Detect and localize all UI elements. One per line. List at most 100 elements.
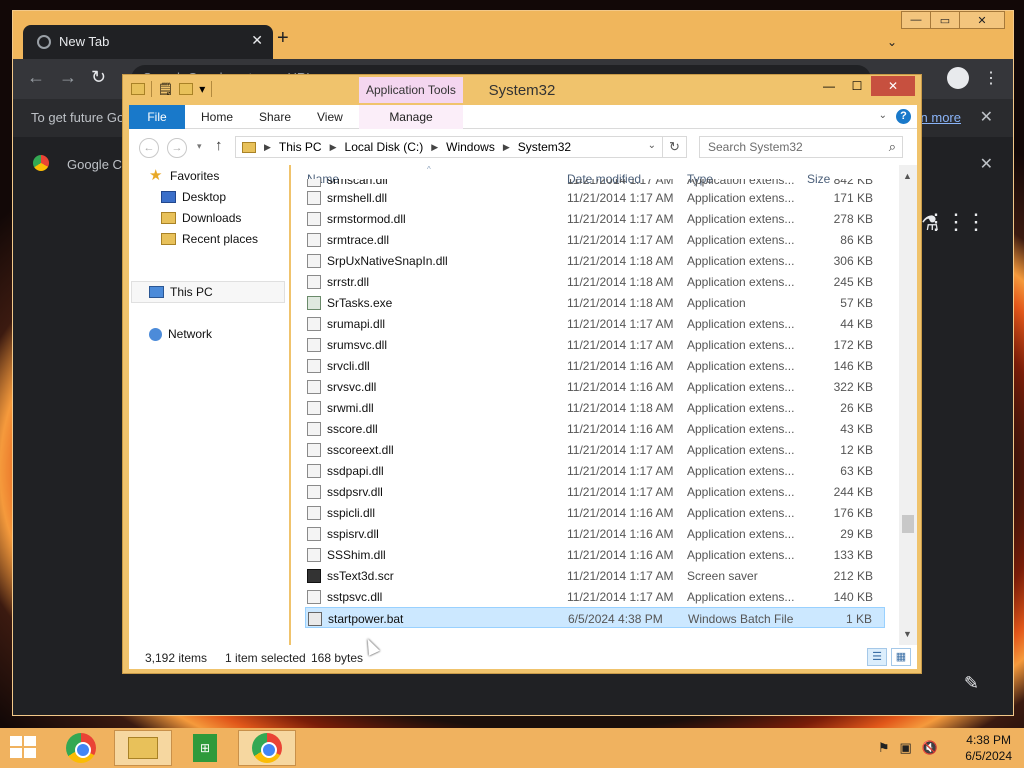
bat-file-icon: [308, 612, 322, 626]
tab-view[interactable]: View: [305, 105, 355, 129]
nav-item-desktop[interactable]: Desktop: [161, 190, 226, 204]
taskbar-chrome-window[interactable]: [238, 730, 296, 766]
table-row[interactable]: srumsvc.dll 11/21/2014 1:17 AM Application…: [305, 334, 885, 355]
table-row[interactable]: SrpUxNativeSnapIn.dll 11/21/2014 1:18 AM A…: [305, 250, 885, 271]
table-row[interactable]: srrstr.dll 11/21/2014 1:18 AM Application …: [305, 271, 885, 292]
close-window-icon[interactable]: ✕: [871, 76, 915, 96]
status-bar: 3,192 items 1 item selected 168 bytes ☰ …: [129, 645, 917, 669]
refresh-icon[interactable]: ↻: [663, 136, 687, 158]
action-center-flag-icon[interactable]: ⚑: [878, 740, 890, 756]
tab-home[interactable]: Home: [189, 105, 245, 129]
table-row[interactable]: ssText3d.scr 11/21/2014 1:17 AM Screen sav…: [305, 565, 885, 586]
google-apps-icon[interactable]: ⋮⋮⋮: [925, 209, 987, 235]
file-type: Application extens...: [687, 359, 795, 373]
breadcrumb-local-disk[interactable]: Local Disk (C:): [345, 140, 424, 154]
breadcrumb-system32[interactable]: System32: [518, 140, 571, 154]
profile-avatar-icon[interactable]: [947, 67, 969, 89]
breadcrumb-this-pc[interactable]: This PC: [279, 140, 322, 154]
details-view-icon[interactable]: ☰: [867, 648, 887, 666]
new-tab-plus-icon[interactable]: +: [277, 27, 289, 50]
tab-manage[interactable]: Manage: [359, 105, 463, 129]
scroll-up-icon[interactable]: ▲: [903, 171, 912, 181]
table-row[interactable]: sspisrv.dll 11/21/2014 1:16 AM Application…: [305, 523, 885, 544]
address-bar[interactable]: ▶ This PC ▶ Local Disk (C:) ▶ Windows ▶ …: [235, 136, 663, 158]
dll-file-icon: [307, 548, 321, 562]
file-date: 11/21/2014 1:16 AM: [567, 380, 674, 394]
customize-pencil-icon[interactable]: ✎: [964, 673, 979, 694]
file-date: 11/21/2014 1:18 AM: [567, 401, 674, 415]
taskbar-file-explorer[interactable]: [114, 730, 172, 766]
nav-item-recent-places[interactable]: Recent places: [161, 232, 258, 246]
table-row[interactable]: ssdpapi.dll 11/21/2014 1:17 AM Application…: [305, 460, 885, 481]
file-size: 212 KB: [833, 569, 873, 583]
back-arrow-icon[interactable]: ←: [27, 67, 45, 88]
file-name: sstpsvc.dll: [327, 590, 383, 604]
recent-locations-chevron-icon[interactable]: ▾: [197, 141, 202, 152]
tab-share[interactable]: Share: [247, 105, 303, 129]
chrome-menu-icon[interactable]: ⋮: [983, 68, 999, 88]
dll-file-icon: [307, 590, 321, 604]
scrollbar-thumb[interactable]: [902, 515, 914, 533]
table-row[interactable]: srmscan.dll 11/21/2014 1:17 AM Applicati…: [305, 179, 885, 187]
nav-item-network[interactable]: Network: [149, 327, 212, 341]
windows-start-icon[interactable]: [10, 736, 38, 760]
up-arrow-icon[interactable]: ↑: [215, 137, 223, 154]
tab-file[interactable]: File: [129, 105, 185, 129]
breadcrumb-windows[interactable]: Windows: [446, 140, 495, 154]
search-icon: ⌕: [888, 139, 896, 154]
chrome-tab-new-tab[interactable]: New Tab ✕: [23, 25, 273, 59]
network-icon: [149, 327, 162, 341]
large-icons-view-icon[interactable]: ▦: [891, 648, 911, 666]
file-size: 63 KB: [840, 464, 873, 478]
file-size: 43 KB: [840, 422, 873, 436]
maximize-icon[interactable]: ☐: [843, 76, 871, 96]
table-row[interactable]: srmtrace.dll 11/21/2014 1:17 AM Applicatio…: [305, 229, 885, 250]
minimize-icon[interactable]: —: [815, 76, 843, 96]
table-row[interactable]: srumapi.dll 11/21/2014 1:17 AM Application…: [305, 313, 885, 334]
maximize-icon[interactable]: ▭: [930, 11, 960, 29]
table-row[interactable]: SrTasks.exe 11/21/2014 1:18 AM Application…: [305, 292, 885, 313]
table-row[interactable]: sscore.dll 11/21/2014 1:16 AM Application …: [305, 418, 885, 439]
table-row[interactable]: sstpsvc.dll 11/21/2014 1:17 AM Application…: [305, 586, 885, 607]
dll-file-icon: [307, 485, 321, 499]
table-row[interactable]: startpower.bat 6/5/2024 4:38 PM Windows Ba…: [305, 607, 885, 628]
nav-item-this-pc[interactable]: This PC: [149, 285, 213, 299]
file-type: Application extens...: [687, 590, 795, 604]
tab-search-chevron-icon[interactable]: ⌄: [887, 35, 897, 49]
close-window-icon[interactable]: ✕: [959, 11, 1005, 29]
forward-arrow-icon[interactable]: →: [59, 67, 77, 88]
table-row[interactable]: srmstormod.dll 11/21/2014 1:17 AM Applicat…: [305, 208, 885, 229]
taskbar-clock[interactable]: 4:38 PM 6/5/2024: [965, 732, 1012, 764]
network-status-icon[interactable]: ▣: [900, 740, 912, 756]
table-row[interactable]: srvcli.dll 11/21/2014 1:16 AM Application …: [305, 355, 885, 376]
table-row[interactable]: SSShim.dll 11/21/2014 1:16 AM Application …: [305, 544, 885, 565]
table-row[interactable]: ssdpsrv.dll 11/21/2014 1:17 AM Application…: [305, 481, 885, 502]
expand-ribbon-chevron-icon[interactable]: ⌄: [879, 110, 887, 121]
table-row[interactable]: srwmi.dll 11/21/2014 1:18 AM Application e…: [305, 397, 885, 418]
infobar-close-icon[interactable]: ✕: [980, 107, 993, 127]
address-history-chevron-icon[interactable]: ⌄: [648, 140, 656, 151]
back-arrow-icon[interactable]: ←: [139, 138, 159, 158]
table-row[interactable]: sspicli.dll 11/21/2014 1:16 AM Application…: [305, 502, 885, 523]
file-name: SrpUxNativeSnapIn.dll: [327, 254, 448, 268]
table-row[interactable]: sscoreext.dll 11/21/2014 1:17 AM Applicati…: [305, 439, 885, 460]
table-row[interactable]: srmshell.dll 11/21/2014 1:17 AM Applicatio…: [305, 187, 885, 208]
scroll-down-icon[interactable]: ▼: [903, 629, 912, 639]
file-type: Windows Batch File: [688, 612, 794, 626]
banner-close-icon[interactable]: ✕: [980, 154, 993, 174]
help-icon[interactable]: ?: [896, 109, 911, 124]
table-row[interactable]: srvsvc.dll 11/21/2014 1:16 AM Application …: [305, 376, 885, 397]
vertical-scrollbar[interactable]: ▲ ▼: [899, 165, 917, 645]
nav-item-favorites[interactable]: ★ Favorites: [149, 168, 219, 183]
file-size: 146 KB: [833, 359, 873, 373]
nav-item-downloads[interactable]: Downloads: [161, 211, 241, 225]
taskbar-store[interactable]: ⊞: [176, 730, 234, 766]
search-input[interactable]: Search System32 ⌕: [699, 136, 903, 158]
file-type: Application extens...: [687, 191, 795, 205]
close-tab-icon[interactable]: ✕: [251, 32, 263, 49]
reload-icon[interactable]: ↻: [91, 67, 106, 88]
taskbar-chrome[interactable]: [52, 730, 110, 766]
minimize-icon[interactable]: —: [901, 11, 931, 29]
volume-muted-icon[interactable]: 🔇: [922, 740, 938, 756]
forward-arrow-icon[interactable]: →: [167, 138, 187, 158]
